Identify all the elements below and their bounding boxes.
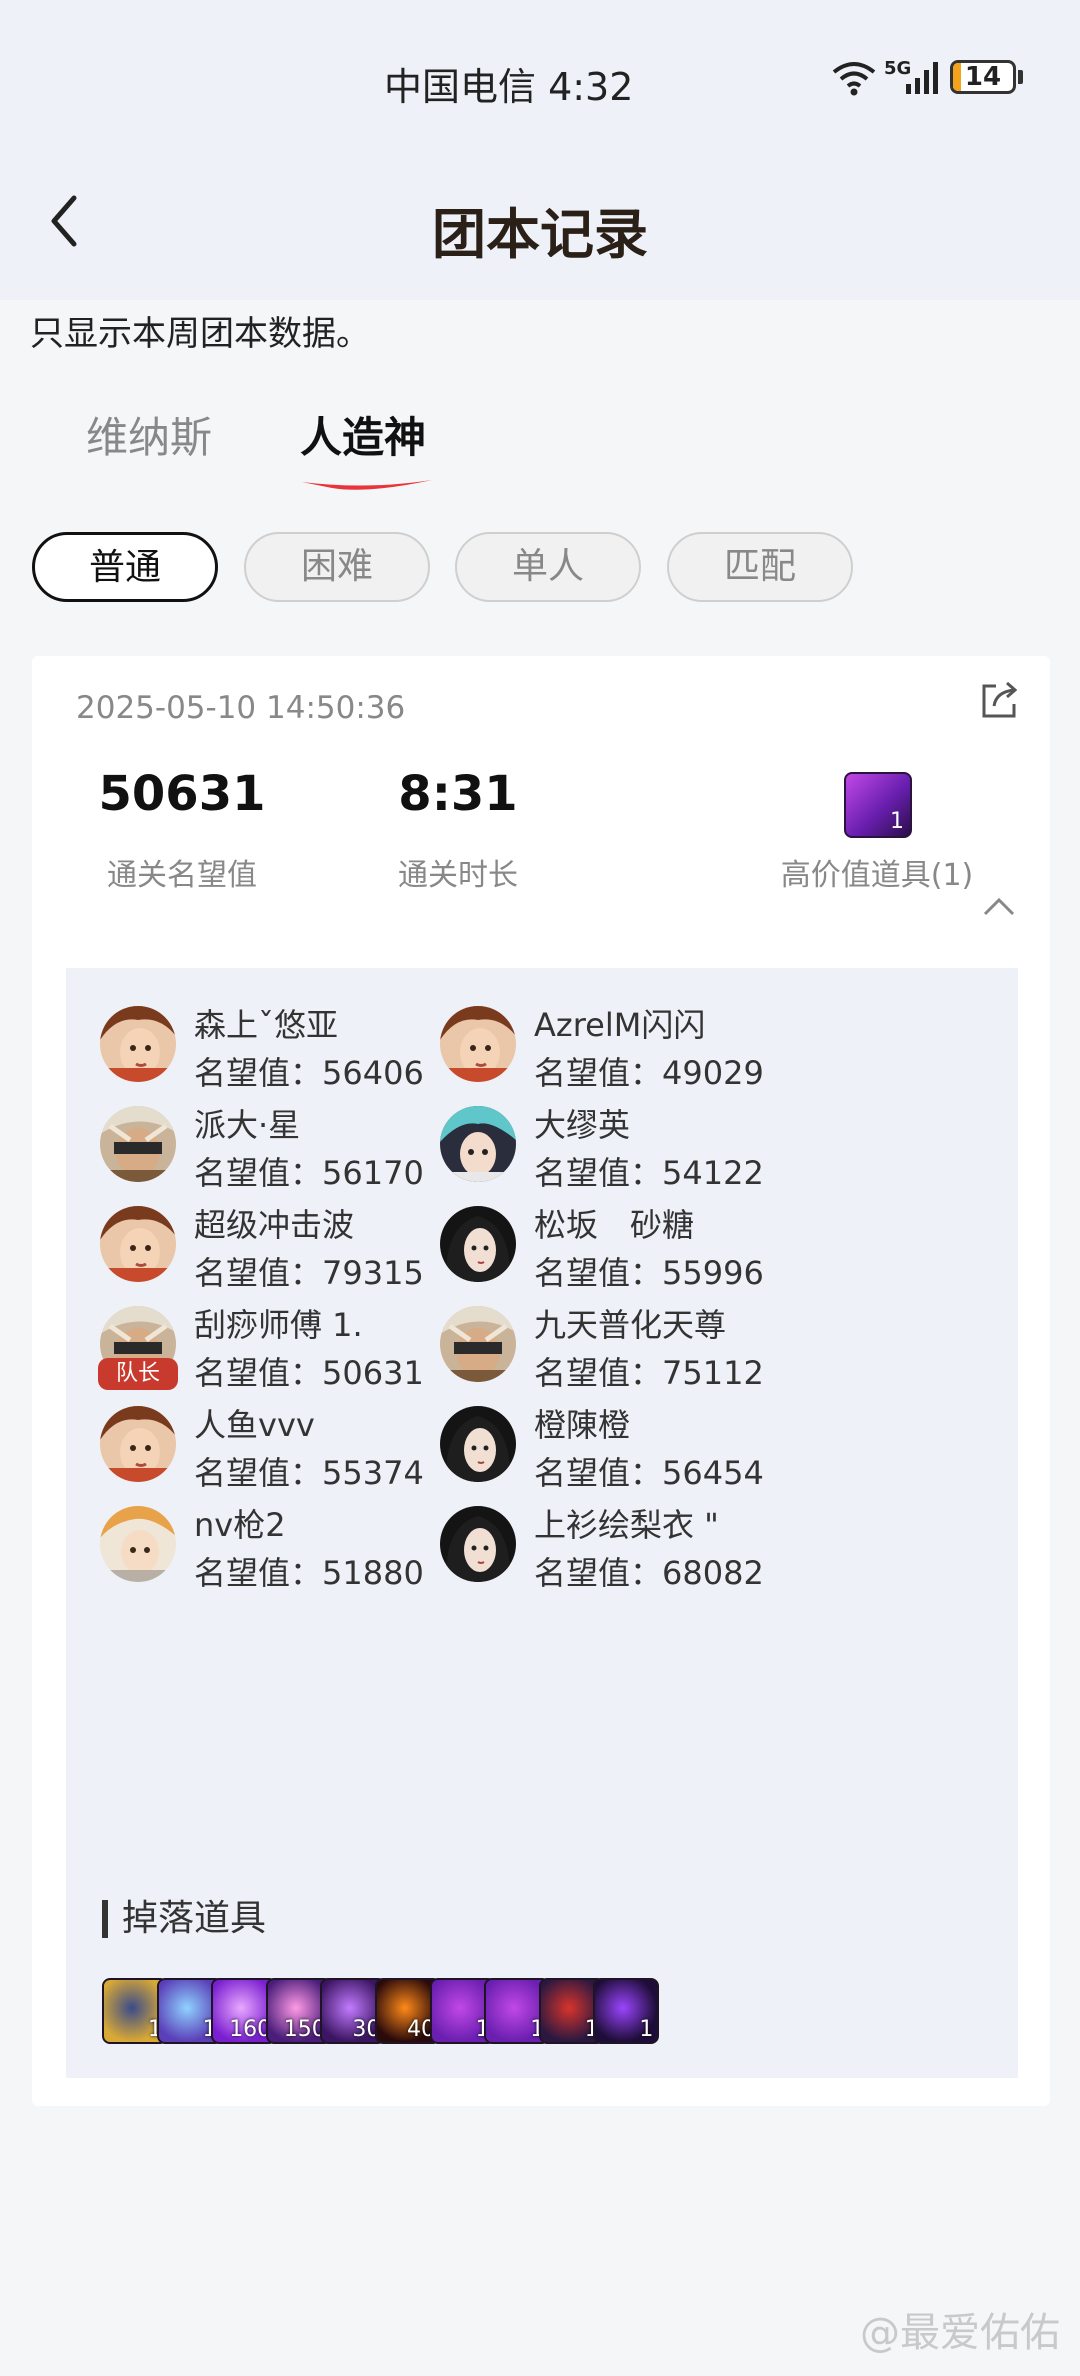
tab-venus[interactable]: 维纳斯 xyxy=(86,404,212,465)
record-datetime: 2025-05-10 14:50:36 xyxy=(76,690,406,726)
player-name: 超级冲击波 xyxy=(194,1206,355,1244)
drop-count: 1 xyxy=(639,2017,654,2042)
player-name: 松坂 砂糖 xyxy=(534,1206,695,1244)
player-fame: 名望值：79315 xyxy=(194,1254,424,1292)
player-name: 刮痧师傅 1. xyxy=(194,1306,363,1344)
carrier-time: 中国电信 4:32 xyxy=(384,65,634,109)
share-icon[interactable] xyxy=(980,680,1020,720)
raid-record-page: 中国电信 4:32 5G 14 团本记录 只显示本周团本数据。 维纳斯 人造神 … xyxy=(0,0,1080,2376)
record-card: 2025-05-10 14:50:36 50631 通关名望值 8:31 通关时… xyxy=(32,656,1050,2106)
player-fame: 名望值：56454 xyxy=(534,1454,764,1492)
chevron-up-icon[interactable] xyxy=(982,894,1016,918)
player-fame: 名望值：54122 xyxy=(534,1154,764,1192)
player-name: 大缪英 xyxy=(534,1106,631,1144)
player-fame: 名望值：55374 xyxy=(194,1454,424,1492)
signal-bars-icon xyxy=(906,62,938,94)
dark-hair-mage-icon xyxy=(440,1206,516,1282)
high-value-item-count: 1 xyxy=(890,809,904,834)
player-name: nv枪2 xyxy=(194,1506,286,1544)
tab-artificial-god[interactable]: 人造神 xyxy=(300,404,426,465)
player-name: 森上ˇ悠亚 xyxy=(194,1006,339,1044)
female-fighter-icon xyxy=(100,1006,176,1082)
player-name: 橙陳橙 xyxy=(534,1406,631,1444)
drop-count: 160 xyxy=(229,2017,272,2042)
high-value-item-icon[interactable]: 1 xyxy=(844,772,912,838)
player-fame: 名望值：50631 xyxy=(194,1354,424,1392)
high-value-label: 高价值道具(1) xyxy=(780,858,974,893)
masked-warrior-icon xyxy=(100,1106,176,1182)
stat-time-label: 通关时长 xyxy=(398,858,518,893)
player-name: 人鱼vvv xyxy=(194,1406,315,1444)
status-bar: 中国电信 4:32 5G 14 xyxy=(0,52,1080,109)
player-fame: 名望值：56170 xyxy=(194,1154,424,1192)
drops-title: 掉落道具 xyxy=(102,1900,266,1938)
battery-level: 14 xyxy=(964,62,1002,92)
watermark: @最爱佑佑 xyxy=(860,2310,1060,2356)
player-fame: 名望值：55996 xyxy=(534,1254,764,1292)
filter-match[interactable]: 匹配 xyxy=(667,532,853,602)
player-fame: 名望值：51880 xyxy=(194,1554,424,1592)
captain-badge: 队长 xyxy=(98,1358,178,1390)
player-fame: 名望值：49029 xyxy=(534,1054,764,1092)
dark-hair-mage-icon xyxy=(440,1406,516,1482)
player-item[interactable]: 九天普化天尊 名望值：75112 xyxy=(440,1306,880,1402)
notice-text: 只显示本周团本数据。 xyxy=(30,314,370,354)
active-tab-indicator xyxy=(302,480,432,490)
stat-fame-value: 50631 xyxy=(98,766,266,822)
dark-hair-mage-icon xyxy=(440,1506,516,1582)
shadow-hook-icon[interactable]: 1 xyxy=(593,1978,660,2044)
wifi-icon xyxy=(832,62,876,96)
battery-tip xyxy=(1018,70,1023,84)
filter-normal[interactable]: 普通 xyxy=(32,532,218,602)
teal-hair-gunner-icon xyxy=(440,1106,516,1182)
masked-warrior-icon xyxy=(440,1306,516,1382)
player-item[interactable]: 大缪英名望值：54122 xyxy=(440,1106,880,1202)
filter-hard[interactable]: 困难 xyxy=(244,532,430,602)
player-item[interactable]: 松坂 砂糖名望值：55996 xyxy=(440,1206,880,1302)
player-name: 上衫绘梨衣 " xyxy=(534,1506,719,1544)
stat-time-value: 8:31 xyxy=(398,766,518,822)
player-name: 派大·星 xyxy=(194,1106,301,1144)
female-fighter-icon xyxy=(440,1006,516,1082)
female-fighter-icon xyxy=(100,1406,176,1482)
filter-solo[interactable]: 单人 xyxy=(455,532,641,602)
header-area: 中国电信 4:32 5G 14 团本记录 xyxy=(0,0,1080,300)
player-item[interactable]: AzrelM闪闪名望值：49029 xyxy=(440,1006,880,1102)
player-fame: 名望值：56406 xyxy=(194,1054,424,1092)
player-name: AzrelM闪闪 xyxy=(534,1006,706,1044)
female-fighter-icon xyxy=(100,1206,176,1282)
player-fame: 名望值：68082 xyxy=(534,1554,764,1592)
page-title: 团本记录 xyxy=(432,203,648,266)
player-name: 九天普化天尊 xyxy=(534,1306,727,1344)
player-item[interactable]: 上衫绘梨衣 " 名望值：68082 xyxy=(440,1506,880,1602)
player-list: 森上ˇ悠亚名望值：56406 AzrelM闪闪名望值：49029 派大·星名望值：5… xyxy=(66,968,1018,2078)
battery-icon: 14 xyxy=(950,60,1016,94)
blonde-gunner-icon xyxy=(100,1506,176,1582)
player-fame: 名望值：75112 xyxy=(534,1354,764,1392)
stat-fame-label: 通关名望值 xyxy=(107,858,257,893)
player-item[interactable]: 橙陳橙名望值：56454 xyxy=(440,1406,880,1502)
